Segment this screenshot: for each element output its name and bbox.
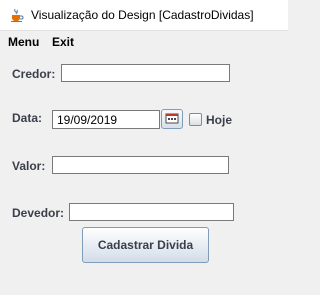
calendar-button[interactable] xyxy=(161,109,183,129)
valor-field[interactable] xyxy=(52,156,229,174)
menu-item-menu[interactable]: Menu xyxy=(8,35,39,49)
hoje-label: Hoje xyxy=(206,113,233,127)
window-titlebar: Visualização do Design [CadastroDividas] xyxy=(0,0,288,31)
cadastrar-divida-button[interactable]: Cadastrar Divida xyxy=(82,227,209,263)
data-field[interactable] xyxy=(52,110,160,129)
devedor-field[interactable] xyxy=(69,203,234,221)
calendar-icon xyxy=(165,113,179,124)
credor-label: Credor: xyxy=(12,67,56,81)
devedor-label: Devedor: xyxy=(12,206,65,220)
valor-label: Valor: xyxy=(12,159,46,173)
window-title: Visualização do Design [CadastroDividas] xyxy=(31,8,254,22)
menu-bar: Menu Exit xyxy=(0,31,288,53)
menu-item-exit[interactable]: Exit xyxy=(52,35,74,49)
cadastro-form: Credor: Data: Hoje Valor: Devedor: Cadas… xyxy=(0,53,288,295)
credor-field[interactable] xyxy=(61,64,230,82)
java-cup-icon xyxy=(11,8,24,22)
data-label: Data: xyxy=(12,111,43,125)
hoje-checkbox[interactable] xyxy=(189,113,202,126)
